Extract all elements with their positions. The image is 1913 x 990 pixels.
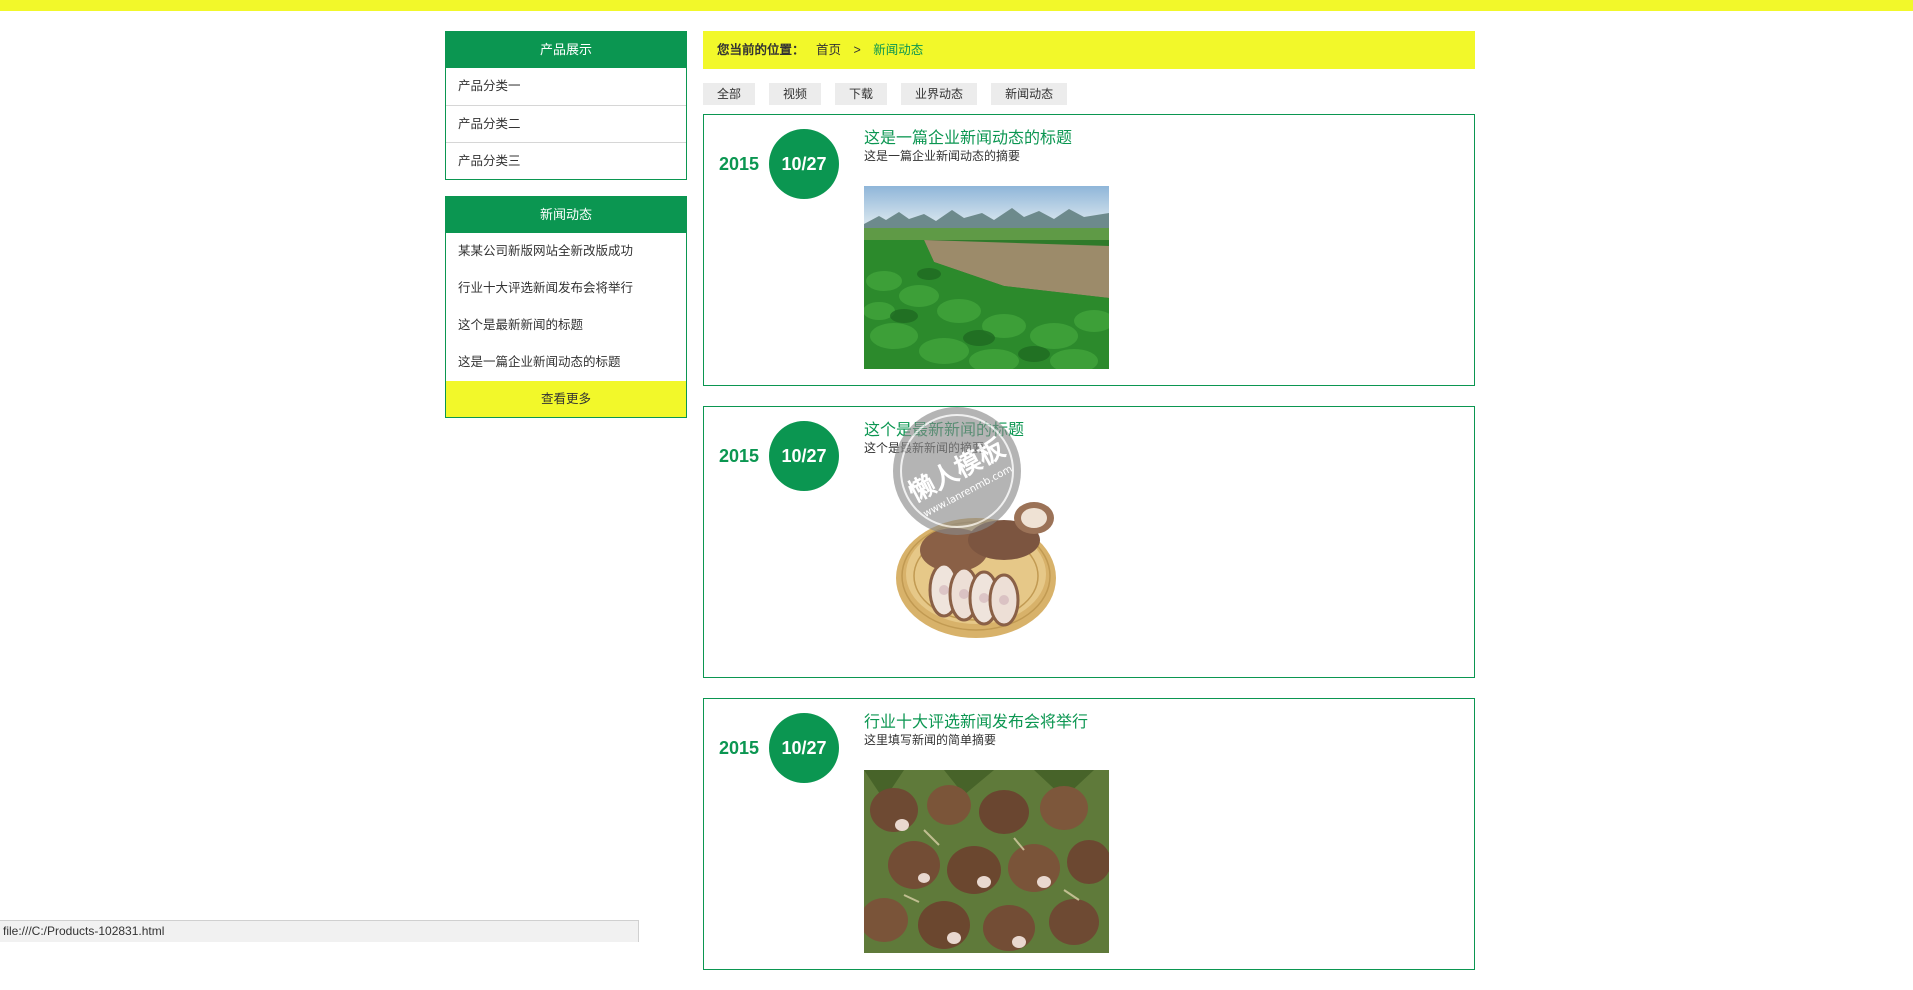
sidebar-item-category-3[interactable]: 产品分类三 xyxy=(446,142,686,179)
sidebar-item-category-1[interactable]: 产品分类一 xyxy=(446,68,686,105)
tab-video[interactable]: 视频 xyxy=(769,83,822,105)
product-category-box: 产品展示 产品分类一 产品分类二 产品分类三 xyxy=(445,31,687,180)
article-card: 2015 10/27 这是一篇企业新闻动态的标题 这是一篇企业新闻动态的摘要 xyxy=(703,114,1475,386)
article-title-link[interactable]: 这个是最新新闻的标题 xyxy=(864,416,1024,440)
breadcrumb-home-link[interactable]: 首页 xyxy=(816,43,841,57)
page-layout: 产品展示 产品分类一 产品分类二 产品分类三 新闻动态 某某公司新版网站全新改版… xyxy=(445,31,1475,970)
sidebar-item-category-2[interactable]: 产品分类二 xyxy=(446,105,686,142)
article-year: 2015 xyxy=(719,738,760,758)
news-list: 某某公司新版网站全新改版成功 行业十大评选新闻发布会将举行 这个是最新新闻的标题… xyxy=(446,233,686,381)
article-summary: 这里填写新闻的简单摘要 xyxy=(864,733,997,747)
article-title-link[interactable]: 行业十大评选新闻发布会将举行 xyxy=(864,708,1088,732)
category-tabs: 全部 视频 下载 业界动态 新闻动态 xyxy=(703,83,1475,105)
view-more-button[interactable]: 查看更多 xyxy=(446,381,686,417)
product-category-title: 产品展示 xyxy=(446,32,686,68)
article-card: 2015 10/27 行业十大评选新闻发布会将举行 这里填写新闻的简单摘要 xyxy=(703,698,1475,970)
breadcrumb: 您当前的位置： 首页 > 新闻动态 xyxy=(703,31,1475,69)
news-link-3[interactable]: 这个是最新新闻的标题 xyxy=(446,307,686,344)
article-date-badge: 10/27 xyxy=(769,129,839,199)
news-link-1[interactable]: 某某公司新版网站全新改版成功 xyxy=(446,233,686,270)
news-box: 新闻动态 某某公司新版网站全新改版成功 行业十大评选新闻发布会将举行 这个是最新… xyxy=(445,196,687,418)
top-accent-bar xyxy=(0,0,1913,11)
tab-company-news[interactable]: 新闻动态 xyxy=(991,83,1068,105)
sidebar: 产品展示 产品分类一 产品分类二 产品分类三 新闻动态 某某公司新版网站全新改版… xyxy=(445,31,687,418)
main-content: 您当前的位置： 首页 > 新闻动态 全部 视频 下载 业界动态 新闻动态 201… xyxy=(703,31,1475,990)
article-list: 2015 10/27 这是一篇企业新闻动态的标题 这是一篇企业新闻动态的摘要 2… xyxy=(703,114,1475,970)
taro-pile-photo[interactable] xyxy=(864,770,1109,953)
article-year: 2015 xyxy=(719,154,760,174)
taro-field-photo[interactable] xyxy=(864,186,1109,369)
article-card: 2015 10/27 这个是最新新闻的标题 这个是最新新闻的摘要 xyxy=(703,406,1475,678)
product-category-list: 产品分类一 产品分类二 产品分类三 xyxy=(446,68,686,179)
article-title-link[interactable]: 这是一篇企业新闻动态的标题 xyxy=(864,124,1072,148)
tab-download[interactable]: 下载 xyxy=(835,83,888,105)
article-year: 2015 xyxy=(719,446,760,466)
browser-status-bar: file:///C:/Products-102831.html xyxy=(0,920,639,942)
sliced-taro-basket-photo[interactable] xyxy=(864,478,1109,661)
tab-industry-news[interactable]: 业界动态 xyxy=(901,83,978,105)
news-link-4[interactable]: 这是一篇企业新闻动态的标题 xyxy=(446,344,686,381)
news-box-title: 新闻动态 xyxy=(446,197,686,233)
breadcrumb-current[interactable]: 新闻动态 xyxy=(873,43,923,57)
breadcrumb-label: 您当前的位置： xyxy=(717,43,805,57)
breadcrumb-separator: > xyxy=(853,43,861,57)
news-link-2[interactable]: 行业十大评选新闻发布会将举行 xyxy=(446,270,686,307)
status-url: file:///C:/Products-102831.html xyxy=(3,924,165,938)
article-date-badge: 10/27 xyxy=(769,713,839,783)
article-date-badge: 10/27 xyxy=(769,421,839,491)
tab-all[interactable]: 全部 xyxy=(703,83,756,105)
article-summary: 这是一篇企业新闻动态的摘要 xyxy=(864,149,1021,163)
article-summary: 这个是最新新闻的摘要 xyxy=(864,441,985,455)
